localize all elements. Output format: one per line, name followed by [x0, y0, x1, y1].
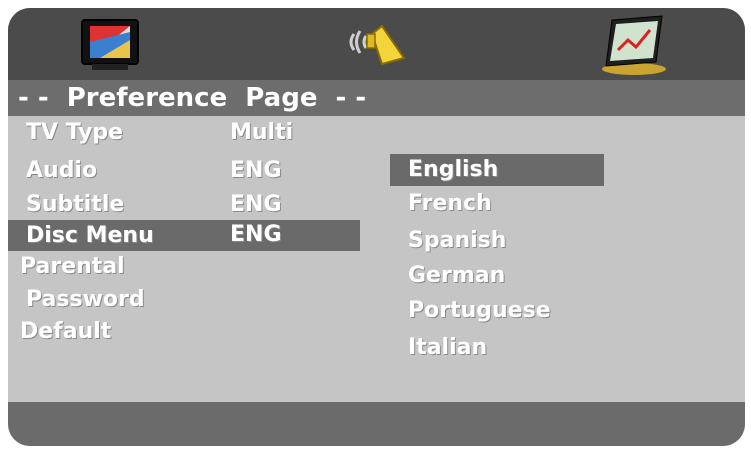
audio-speaker-icon[interactable] — [342, 20, 412, 72]
setting-value-subtitle: ENG — [230, 192, 282, 217]
option-english[interactable]: English — [408, 156, 498, 184]
setting-value-disc-menu: ENG — [230, 222, 282, 247]
page-title: - - Preference Page - - — [18, 83, 367, 113]
setting-label-default[interactable]: Default — [20, 318, 111, 346]
setting-value-audio: ENG — [230, 158, 282, 183]
osd-window: - - Preference Page - - TV Type Audio Su… — [8, 8, 745, 446]
setting-label-parental[interactable]: Parental — [20, 253, 125, 281]
option-italian[interactable]: Italian — [408, 334, 487, 362]
setting-label-tv-type[interactable]: TV Type — [26, 119, 123, 147]
setting-label-disc-menu[interactable]: Disc Menu — [26, 222, 154, 250]
tv-display-icon[interactable] — [78, 18, 144, 74]
setting-label-subtitle[interactable]: Subtitle — [26, 191, 124, 219]
setting-label-audio[interactable]: Audio — [26, 157, 97, 185]
setting-label-password[interactable]: Password — [26, 286, 145, 314]
page-title-bar: - - Preference Page - - — [8, 80, 745, 116]
bottom-bar — [8, 402, 745, 446]
top-icon-bar — [8, 8, 745, 80]
option-french[interactable]: French — [408, 190, 492, 218]
option-german[interactable]: German — [408, 262, 505, 290]
option-portuguese[interactable]: Portuguese — [408, 297, 551, 325]
setting-value-tv-type: Multi — [230, 120, 294, 145]
chart-preferences-icon[interactable] — [598, 14, 670, 76]
option-spanish[interactable]: Spanish — [408, 227, 506, 255]
